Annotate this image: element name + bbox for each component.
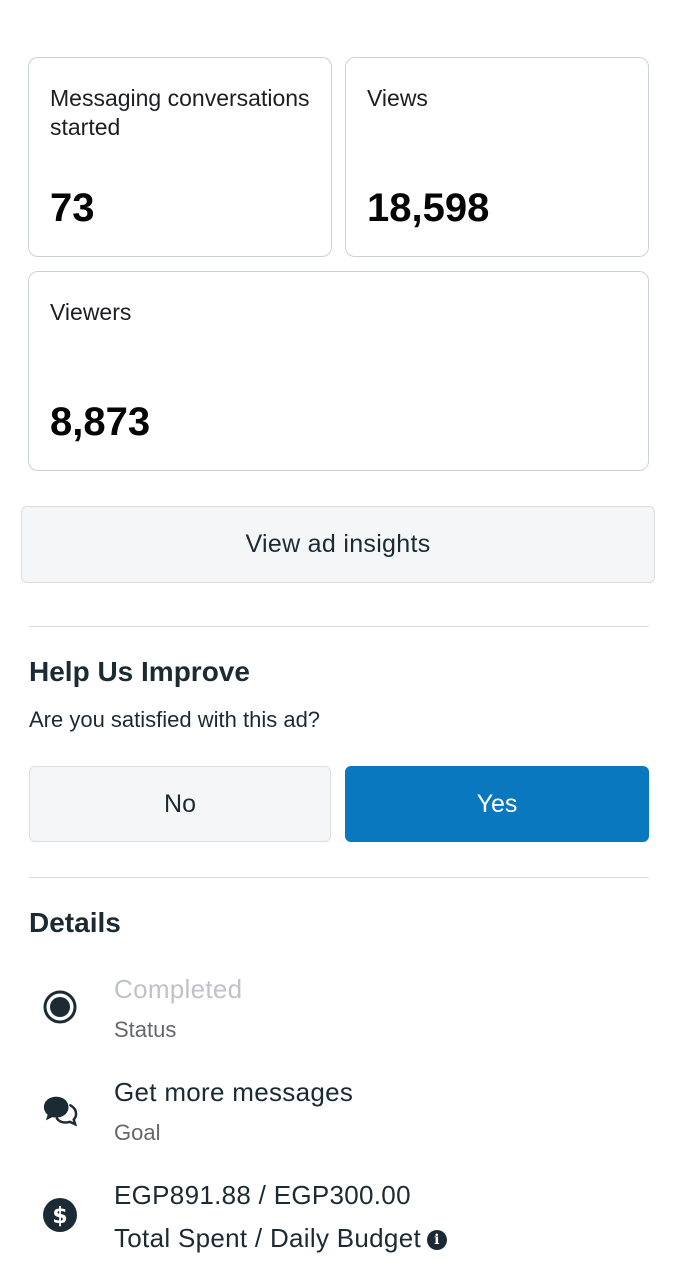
dollar-circle-icon: $ bbox=[42, 1197, 78, 1233]
details-title: Details bbox=[29, 907, 121, 938]
metric-card-viewers: Viewers 8,873 bbox=[28, 271, 649, 471]
metric-label: Messaging conversations started bbox=[50, 85, 310, 140]
feedback-title: Help Us Improve bbox=[29, 656, 250, 687]
info-icon[interactable]: i bbox=[426, 1230, 447, 1250]
metric-label: Views bbox=[367, 85, 428, 111]
status-radio-icon bbox=[42, 989, 78, 1025]
budget-value: EGP891.88 / EGP300.00 bbox=[114, 1180, 411, 1210]
goal-label: Goal bbox=[114, 1120, 161, 1145]
budget-label-row: Total Spent / Daily Budget i bbox=[114, 1223, 447, 1254]
budget-label: Total Spent / Daily Budget bbox=[114, 1223, 421, 1253]
status-label: Status bbox=[114, 1017, 177, 1042]
chat-bubbles-icon bbox=[42, 1092, 78, 1128]
metric-label: Viewers bbox=[50, 299, 132, 325]
divider bbox=[29, 626, 649, 627]
metric-value: 8,873 bbox=[50, 400, 151, 444]
goal-value: Get more messages bbox=[114, 1077, 354, 1107]
metric-value: 18,598 bbox=[367, 186, 490, 230]
feedback-question: Are you satisfied with this ad? bbox=[29, 707, 321, 732]
metric-card-views: Views 18,598 bbox=[345, 57, 649, 257]
divider bbox=[29, 877, 649, 878]
metric-value: 73 bbox=[50, 186, 95, 230]
yes-button[interactable]: Yes bbox=[345, 766, 649, 842]
status-value: Completed bbox=[114, 974, 243, 1004]
metric-card-conversations: Messaging conversations started 73 bbox=[28, 57, 332, 257]
svg-text:$: $ bbox=[52, 1204, 67, 1229]
view-ad-insights-button[interactable]: View ad insights bbox=[21, 506, 655, 583]
no-button[interactable]: No bbox=[29, 766, 331, 842]
